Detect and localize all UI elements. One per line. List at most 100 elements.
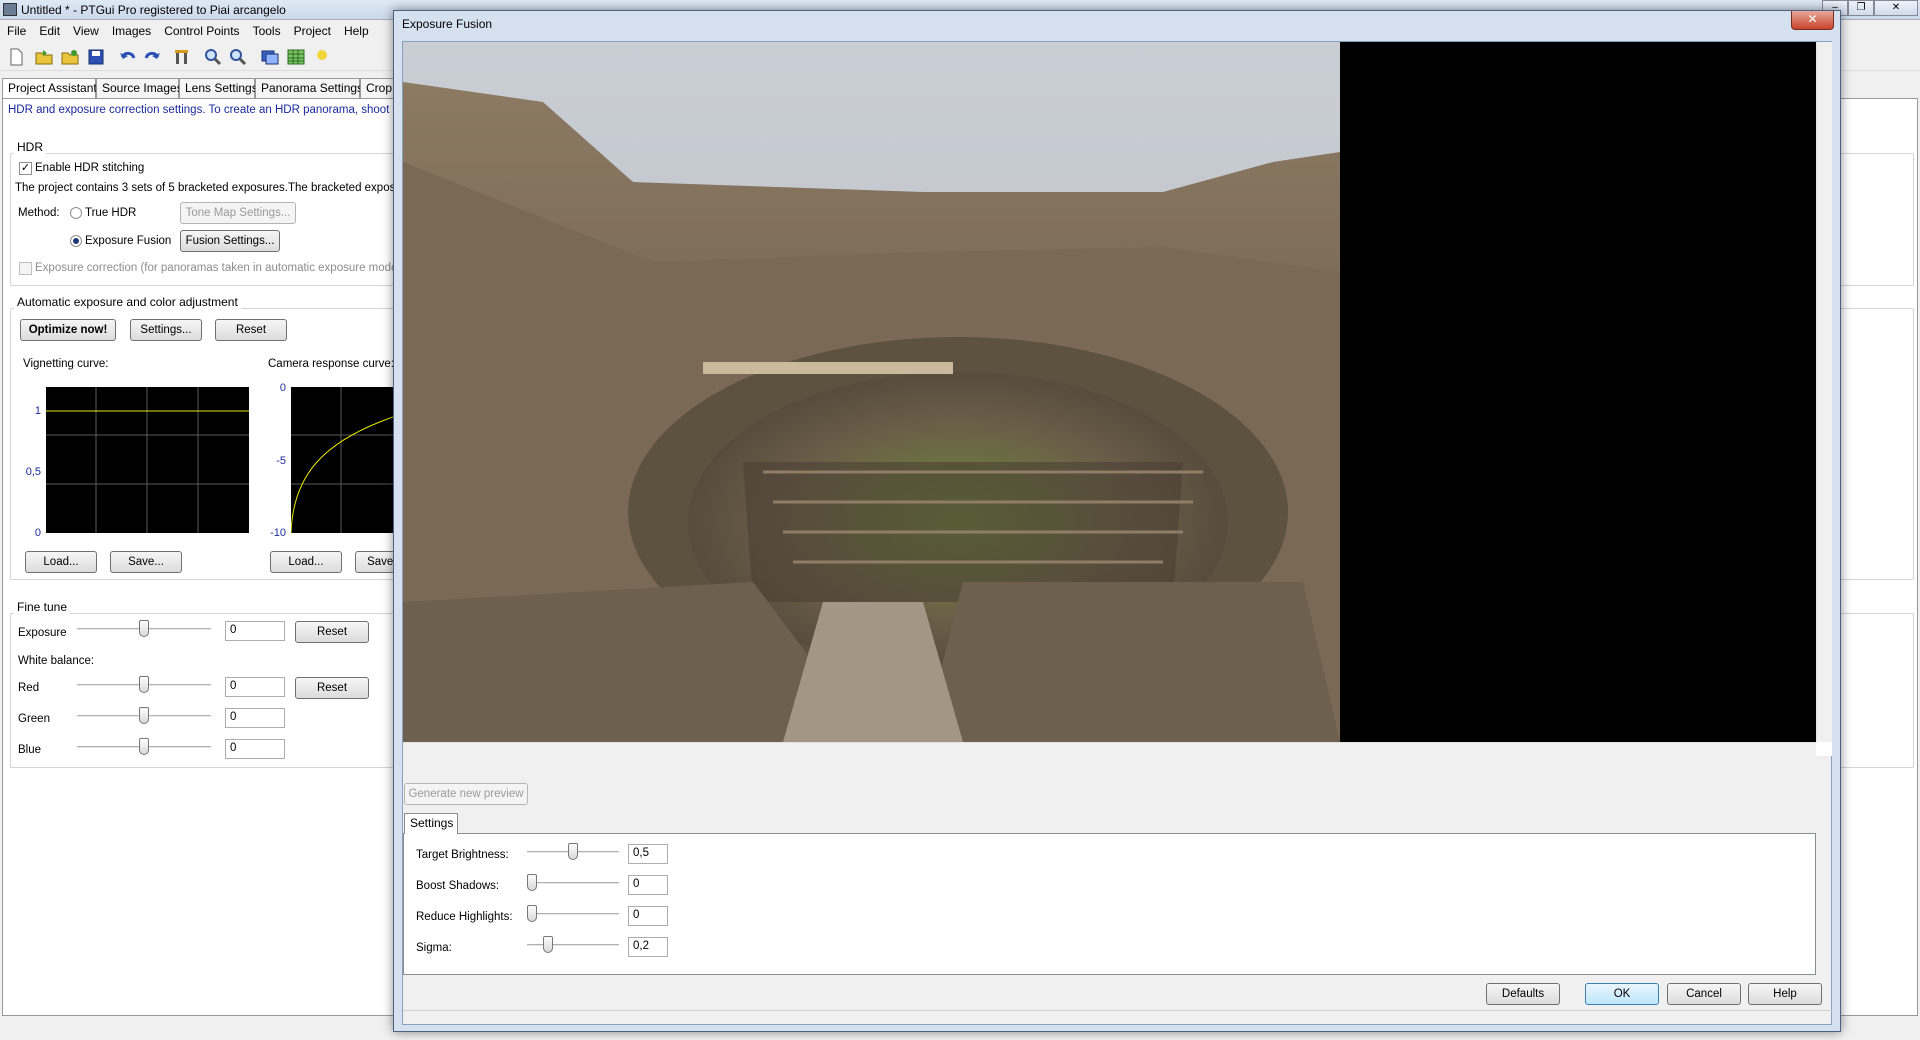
blue-input[interactable]: 0: [225, 739, 285, 759]
optimize-now-button[interactable]: Optimize now!: [20, 319, 116, 341]
window-title: Untitled * - PTGui Pro registered to Pia…: [21, 3, 286, 17]
exposure-correction-checkbox[interactable]: [19, 262, 32, 275]
tools-icon[interactable]: [172, 47, 192, 67]
vignetting-load-button[interactable]: Load...: [25, 551, 97, 573]
sigma-label: Sigma:: [416, 942, 452, 954]
camera-load-button[interactable]: Load...: [270, 551, 342, 573]
true-hdr-label: True HDR: [85, 207, 137, 219]
ok-button[interactable]: OK: [1585, 983, 1659, 1005]
cancel-button[interactable]: Cancel: [1667, 983, 1741, 1005]
camera-tick-0: 0: [279, 382, 286, 394]
menu-file[interactable]: File: [0, 21, 32, 38]
menu-images[interactable]: Images: [105, 21, 157, 38]
green-input[interactable]: 0: [225, 708, 285, 728]
help-button[interactable]: Help: [1748, 983, 1822, 1005]
red-input[interactable]: 0: [225, 677, 285, 697]
camera-response-svg: [290, 387, 394, 534]
sigma-input[interactable]: 0,2: [628, 937, 668, 957]
open-recent-icon[interactable]: [60, 47, 80, 67]
hdr-info-text: The project contains 3 sets of 5 bracket…: [15, 182, 418, 194]
exposure-reset-button[interactable]: Reset: [295, 621, 369, 643]
red-label: Red: [18, 682, 40, 694]
white-balance-reset-button[interactable]: Reset: [295, 677, 369, 699]
boost-shadows-label: Boost Shadows:: [416, 880, 500, 892]
vignetting-curve-label: Vignetting curve:: [23, 358, 109, 370]
preview-vertical-scrollbar[interactable]: [1816, 42, 1832, 742]
undo-icon[interactable]: [118, 47, 138, 67]
true-hdr-radio[interactable]: [70, 207, 82, 219]
sigma-slider[interactable]: [527, 935, 619, 955]
tip-icon[interactable]: [312, 47, 332, 67]
save-icon[interactable]: [86, 47, 106, 67]
menu-tools[interactable]: Tools: [246, 21, 287, 38]
exposure-slider[interactable]: [77, 619, 211, 639]
vignetting-tick-0-5: 0,5: [25, 466, 41, 478]
zoom-in-icon[interactable]: [203, 47, 223, 67]
defaults-button[interactable]: Defaults: [1486, 983, 1560, 1005]
menu-control-points[interactable]: Control Points: [157, 21, 245, 38]
target-brightness-label: Target Brightness:: [416, 849, 509, 861]
dialog-body: Generate new preview Settings Target Bri…: [402, 41, 1832, 1025]
tab-panorama-settings[interactable]: Panorama Settings: [255, 78, 363, 98]
fusion-settings-button[interactable]: Fusion Settings...: [180, 230, 280, 252]
fine-tune-group-label: Fine tune: [14, 600, 71, 614]
enable-hdr-checkbox[interactable]: ✓: [19, 162, 32, 175]
dialog-title: Exposure Fusion: [402, 17, 493, 31]
tab-lens-settings[interactable]: Lens Settings: [179, 78, 258, 98]
generate-preview-button[interactable]: Generate new preview: [404, 783, 528, 805]
main-close-button[interactable]: ✕: [1874, 0, 1918, 16]
reduce-highlights-input[interactable]: 0: [628, 906, 668, 926]
restore-button[interactable]: ❐: [1848, 0, 1874, 16]
vignetting-curve-svg: [46, 387, 249, 533]
exposure-label: Exposure: [18, 627, 67, 639]
menu-help[interactable]: Help: [337, 21, 375, 38]
preview-horizontal-scrollbar[interactable]: [403, 742, 1816, 756]
dialog-status-bar: [403, 1010, 1832, 1026]
green-slider[interactable]: [77, 706, 211, 726]
camera-response-plot: [290, 387, 394, 534]
zoom-out-icon[interactable]: [228, 47, 248, 67]
red-slider[interactable]: [77, 675, 211, 695]
redo-icon[interactable]: [142, 47, 162, 67]
auto-adjust-group-label: Automatic exposure and color adjustment: [14, 295, 241, 309]
reduce-highlights-label: Reduce Highlights:: [416, 911, 513, 923]
menu-edit[interactable]: Edit: [32, 21, 66, 38]
exposure-correction-label: Exposure correction (for panoramas taken…: [35, 262, 402, 274]
auto-reset-button[interactable]: Reset: [215, 319, 287, 341]
fusion-settings-panel: Target Brightness: 0,5 Boost Shadows: 0 …: [403, 833, 1816, 975]
menu-view[interactable]: View: [66, 21, 105, 38]
reduce-highlights-slider[interactable]: [527, 904, 619, 924]
vignetting-tick-0: 0: [34, 527, 41, 539]
panel-description: HDR and exposure correction settings. To…: [8, 104, 415, 116]
menu-project[interactable]: Project: [287, 21, 337, 38]
green-label: Green: [18, 713, 50, 725]
tone-map-settings-button[interactable]: Tone Map Settings...: [180, 202, 296, 224]
blue-label: Blue: [18, 744, 42, 756]
camera-response-label: Camera response curve:: [268, 358, 394, 370]
panorama-editor-icon[interactable]: [260, 47, 280, 67]
open-icon[interactable]: [34, 47, 54, 67]
method-label: Method:: [18, 207, 60, 219]
preview-area: [403, 42, 1832, 756]
exposure-fusion-dialog: Exposure Fusion ✕ Generate new preview S…: [393, 10, 1841, 1032]
dialog-close-button[interactable]: ✕: [1791, 11, 1834, 30]
camera-tick-neg10: -10: [270, 527, 286, 539]
target-brightness-input[interactable]: 0,5: [628, 844, 668, 864]
tab-project-assistant[interactable]: Project Assistant: [2, 78, 97, 98]
blue-slider[interactable]: [77, 737, 211, 757]
tab-source-images[interactable]: Source Images: [96, 78, 183, 98]
app-icon: [3, 3, 17, 16]
exposure-fusion-radio[interactable]: [70, 235, 82, 247]
exposure-input[interactable]: 0: [225, 621, 285, 641]
vignetting-save-button[interactable]: Save...: [110, 551, 182, 573]
boost-shadows-input[interactable]: 0: [628, 875, 668, 895]
enable-hdr-label: Enable HDR stitching: [35, 162, 145, 174]
preview-image: [403, 42, 1816, 742]
table-icon[interactable]: [286, 47, 306, 67]
new-icon[interactable]: [6, 47, 26, 67]
auto-settings-button[interactable]: Settings...: [130, 319, 202, 341]
boost-shadows-slider[interactable]: [527, 873, 619, 893]
target-brightness-slider[interactable]: [527, 842, 619, 862]
tab-dialog-settings[interactable]: Settings: [404, 813, 458, 834]
exposure-fusion-label: Exposure Fusion: [85, 235, 172, 247]
